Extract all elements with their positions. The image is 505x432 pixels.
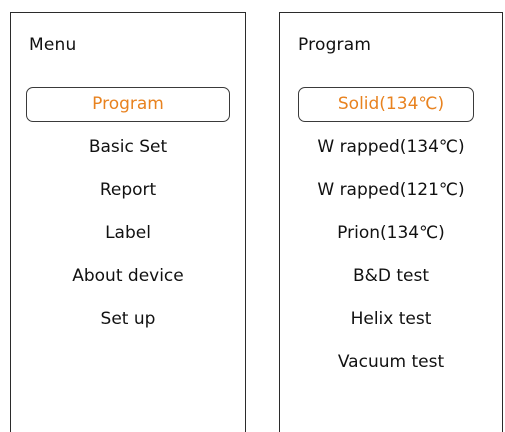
program-item-wrapped-134[interactable]: W rapped(134℃) [280,130,502,165]
program-item-label: W rapped(121℃) [317,180,465,200]
menu-title: Menu [29,35,77,55]
program-item-vacuum-test[interactable]: Vacuum test [280,345,502,380]
menu-panel: Menu Program Basic Set Report Label Abou… [10,12,246,432]
program-list: Solid(134℃) W rapped(134℃) W rapped(121℃… [280,87,502,388]
menu-item-label[interactable]: Label [11,216,245,251]
program-item-bd-test[interactable]: B&D test [280,259,502,294]
program-item-label: Helix test [350,309,432,329]
menu-item-label-text: Label [105,223,151,243]
menu-item-report[interactable]: Report [11,173,245,208]
program-item-helix-test[interactable]: Helix test [280,302,502,337]
program-item-label: Prion(134℃) [337,223,445,243]
menu-item-program[interactable]: Program [11,87,245,122]
menu-item-label: Basic Set [88,137,168,157]
menu-item-basic-set[interactable]: Basic Set [11,130,245,165]
program-item-wrapped-121[interactable]: W rapped(121℃) [280,173,502,208]
program-item-label: W rapped(134℃) [317,137,465,157]
program-title: Program [298,35,372,55]
program-item-label: B&D test [352,266,430,286]
program-item-label: Vacuum test [337,352,445,372]
program-item-prion-134[interactable]: Prion(134℃) [280,216,502,251]
menu-list: Program Basic Set Report Label About dev… [11,87,245,345]
program-item-solid-134[interactable]: Solid(134℃) [280,87,502,122]
menu-item-label: About device [72,266,184,286]
menu-item-label: Program [92,94,164,114]
menu-item-label: Report [99,180,157,200]
menu-item-label: Set up [100,309,156,329]
menu-item-about-device[interactable]: About device [11,259,245,294]
program-item-label: Solid(134℃) [337,94,445,114]
menu-item-set-up[interactable]: Set up [11,302,245,337]
program-panel: Program Solid(134℃) W rapped(134℃) W rap… [279,12,503,432]
